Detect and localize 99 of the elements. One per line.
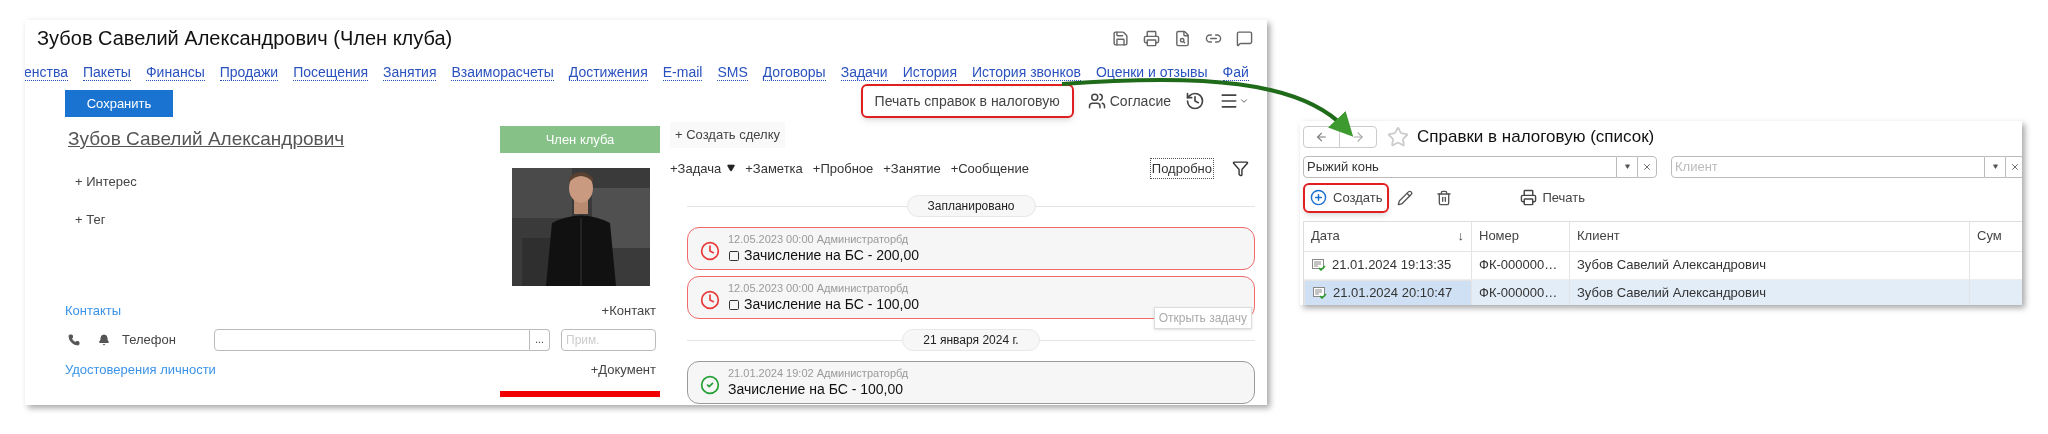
quick-add-button[interactable]: +Сообщение (950, 158, 1029, 178)
filter-icon[interactable] (1232, 159, 1249, 177)
table-cell-text: 21.01.2024 19:13:35 (1332, 256, 1452, 275)
nav-tab[interactable]: История звонков (972, 63, 1081, 81)
status-badge: Член клуба (500, 125, 660, 153)
document-check-icon (1313, 287, 1327, 299)
nav-tab[interactable]: SMS (717, 63, 748, 81)
caret-icon (1624, 164, 1630, 169)
more-button[interactable]: ... (530, 329, 550, 351)
table-cell-text: ФК-000000… (1479, 284, 1558, 303)
nav-tab[interactable]: Продажи (219, 63, 279, 81)
timeline-separator: 21 января 2024 г. (902, 329, 1040, 351)
task-title: Зачисление на БС - 100,00 (728, 380, 904, 399)
add-contact-link[interactable]: +Контакт (601, 300, 656, 320)
add-link[interactable]: + Интерес (75, 171, 137, 191)
check-circle-icon (700, 375, 720, 395)
table-cell-text: ФК-000000… (1479, 256, 1558, 275)
column-header[interactable]: Дата (1311, 226, 1340, 246)
nav-tab[interactable]: Пакеты (83, 63, 131, 81)
save-icon[interactable] (1112, 29, 1129, 47)
nav-tab[interactable]: Договоры (762, 63, 826, 81)
print-certificates-button[interactable]: Печать справок в налоговую (860, 84, 1074, 118)
cut-off-button[interactable] (500, 390, 660, 397)
task-title: Зачисление на БС - 100,00 (744, 295, 920, 314)
print-icon (1520, 189, 1538, 206)
nav-tab[interactable]: Достижения (568, 63, 648, 81)
task-meta: 21.01.2024 19:02 Администраторбд (728, 367, 909, 381)
nav-tab[interactable]: енства (25, 63, 68, 81)
section-title: Удостоверения личности (65, 361, 216, 379)
dropdown-button[interactable] (1617, 155, 1637, 178)
column-header[interactable]: Клиент (1577, 226, 1620, 246)
preview-icon[interactable] (1174, 29, 1191, 47)
nav-tab[interactable]: Задачи (840, 63, 888, 81)
caret-icon (727, 164, 736, 173)
clear-button[interactable] (2005, 155, 2022, 178)
phone-icon (68, 334, 80, 346)
dropdown-button[interactable] (1985, 155, 2005, 178)
checkbox[interactable] (728, 298, 740, 311)
task-meta: 12.05.2023 00:00 Администраторбд (728, 233, 910, 247)
task-title: Зачисление на БС - 200,00 (744, 246, 920, 265)
table-cell-text: 21.01.2024 20:10:47 (1333, 284, 1453, 303)
quick-add-button[interactable]: +Занятие (883, 158, 941, 178)
window-title: Справки в налоговую (список) (1417, 126, 1655, 148)
close-icon (2010, 161, 2020, 172)
add-document-link[interactable]: +Документ (590, 360, 656, 380)
task-card[interactable]: 12.05.2023 00:00 Администраторбд Зачисление на БС - 200,00 (687, 227, 1255, 270)
save-button[interactable]: Сохранить (65, 90, 173, 117)
consent-button[interactable]: Согласие (1087, 90, 1171, 112)
quick-add-button[interactable]: +Пробное (812, 158, 874, 178)
task-meta: 12.05.2023 00:00 Администраторбд (728, 282, 910, 296)
quick-add-button[interactable]: +Заметка (745, 158, 803, 178)
plus-icon (1310, 189, 1327, 206)
nav-tab[interactable]: История (902, 63, 957, 81)
checkbox[interactable] (728, 249, 740, 262)
tooltip: Открыть задачу (1153, 307, 1252, 329)
client-name[interactable]: Зубов Савелий Александрович (68, 125, 345, 154)
table-row[interactable]: 21.01.2024 19:13:35 ФК-000000… Зубов Савелий Александрович (1304, 251, 2022, 280)
star-icon[interactable] (1387, 125, 1409, 148)
document-check-icon (1312, 259, 1326, 271)
timeline-separator: Запланировано (906, 195, 1036, 217)
task-card[interactable]: 21.01.2024 19:02 Администраторбд Зачисление на БС - 100,00 (687, 361, 1255, 404)
filter-field[interactable]: Клиент (1671, 155, 1985, 178)
phone-field[interactable] (214, 329, 530, 351)
clock-icon (700, 241, 720, 261)
add-link[interactable]: + Тег (75, 210, 137, 230)
nav-tab[interactable]: Занятия (383, 63, 437, 81)
nav-tab[interactable]: E-mail (662, 63, 703, 81)
caret-icon (1992, 164, 1998, 169)
create-deal-link[interactable]: + Создать сделку (670, 122, 786, 148)
nav-tab[interactable]: Фай (1222, 63, 1249, 81)
bell-icon (98, 334, 110, 346)
clock-icon (700, 290, 720, 310)
column-header[interactable]: Сум (1977, 226, 2002, 246)
phone-label: Телефон (122, 331, 177, 350)
nav-tab[interactable]: Финансы (145, 63, 205, 81)
nav-tab[interactable]: Оценки и отзывы (1095, 63, 1208, 81)
table-cell-text: Зубов Савелий Александрович (1577, 284, 1766, 303)
menu-icon[interactable] (1219, 91, 1249, 111)
section-title: Контакты (65, 301, 122, 320)
create-button[interactable]: Создать (1303, 182, 1390, 213)
edit-icon[interactable] (1397, 189, 1414, 206)
sort-indicator[interactable]: ↓ (1457, 226, 1464, 246)
history-icon[interactable] (1185, 91, 1205, 111)
close-icon (1642, 161, 1652, 172)
column-header[interactable]: Номер (1479, 226, 1519, 246)
comment-icon[interactable] (1236, 29, 1253, 47)
window-title: Зубов Савелий Александрович (Член клуба) (37, 26, 453, 51)
delete-icon[interactable] (1436, 189, 1453, 206)
clear-button[interactable] (1637, 155, 1657, 178)
table-cell-text: Зубов Савелий Александрович (1577, 256, 1766, 275)
details-button[interactable]: Подробно (1149, 157, 1214, 179)
print-button[interactable]: Печать (1520, 187, 1585, 208)
nav-tab[interactable]: Посещения (293, 63, 369, 81)
filter-field[interactable]: Рыжий конь (1303, 155, 1617, 178)
quick-add-button[interactable]: +Задача (670, 158, 736, 178)
nav-tab[interactable]: Взаиморасчеты (451, 63, 554, 81)
people-icon (1087, 92, 1106, 110)
table-row[interactable]: 21.01.2024 20:10:47 ФК-000000… Зубов Савелий Александрович (1304, 279, 2022, 305)
print-icon[interactable] (1143, 29, 1160, 47)
